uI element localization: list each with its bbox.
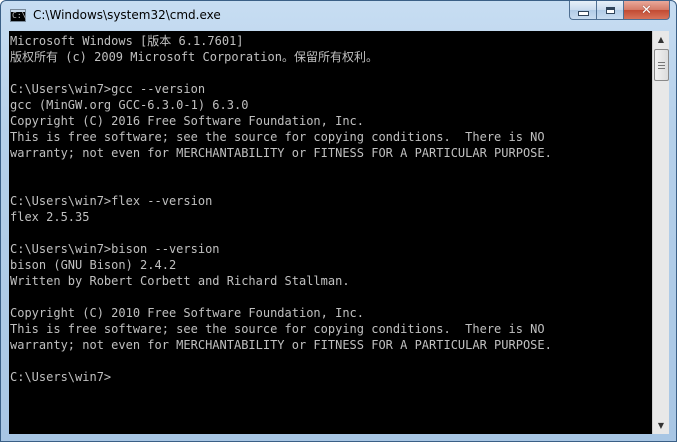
cmd-window: C:\ C:\Windows\system32\cmd.exe ✕ Micros…: [0, 0, 677, 442]
console-line: C:\Users\win7>gcc --version: [10, 82, 206, 96]
console-line: Copyright (C) 2016 Free Software Foundat…: [10, 114, 365, 128]
console-line: C:\Users\win7>flex --version: [10, 194, 213, 208]
minimize-button[interactable]: [569, 1, 596, 20]
close-icon: ✕: [641, 2, 652, 18]
console-line: This is free software; see the source fo…: [10, 130, 545, 144]
console-text: Microsoft Windows [版本 6.1.7601] 版权所有 (c)…: [9, 31, 652, 385]
scroll-up-button[interactable]: ▲: [653, 31, 669, 48]
console-line: Written by Robert Corbett and Richard St…: [10, 274, 350, 288]
minimize-icon: [577, 10, 589, 16]
arrow-up-icon: ▲: [657, 35, 665, 44]
console-line: Copyright (C) 2010 Free Software Foundat…: [10, 306, 365, 320]
icon-glyph: C:\: [12, 11, 27, 20]
console-line: flex 2.5.35: [10, 210, 90, 224]
console-line: bison (GNU Bison) 2.4.2: [10, 258, 177, 272]
title-bar[interactable]: C:\ C:\Windows\system32\cmd.exe ✕: [1, 1, 676, 31]
close-button[interactable]: ✕: [623, 1, 670, 20]
console-line: warranty; not even for MERCHANTABILITY o…: [10, 338, 552, 352]
console-line: C:\Users\win7>bison --version: [10, 242, 220, 256]
console-line: This is free software; see the source fo…: [10, 322, 545, 336]
scroll-thumb[interactable]: [654, 49, 669, 81]
console-line: Microsoft Windows [版本 6.1.7601]: [10, 34, 244, 48]
scroll-down-button[interactable]: ▼: [653, 417, 669, 434]
maximize-icon: [605, 6, 615, 14]
arrow-down-icon: ▼: [657, 421, 665, 430]
grip-line: [658, 67, 665, 69]
window-bottom-frame: [1, 434, 676, 441]
vertical-scrollbar[interactable]: ▲ ▼: [652, 31, 669, 434]
console-output[interactable]: Microsoft Windows [版本 6.1.7601] 版权所有 (c)…: [9, 31, 652, 434]
console-line: 版权所有 (c) 2009 Microsoft Corporation。保留所有…: [10, 50, 378, 64]
console-line: C:\Users\win7>: [10, 370, 112, 384]
caption-buttons: ✕: [569, 1, 670, 20]
console-line: warranty; not even for MERCHANTABILITY o…: [10, 146, 552, 160]
grip-line: [658, 64, 665, 66]
window-title: C:\Windows\system32\cmd.exe: [33, 8, 221, 22]
grip-line: [658, 61, 665, 63]
cmd-console-icon[interactable]: C:\: [10, 9, 26, 22]
console-line: gcc (MinGW.org GCC-6.3.0-1) 6.3.0: [10, 98, 249, 112]
maximize-button[interactable]: [596, 1, 623, 20]
